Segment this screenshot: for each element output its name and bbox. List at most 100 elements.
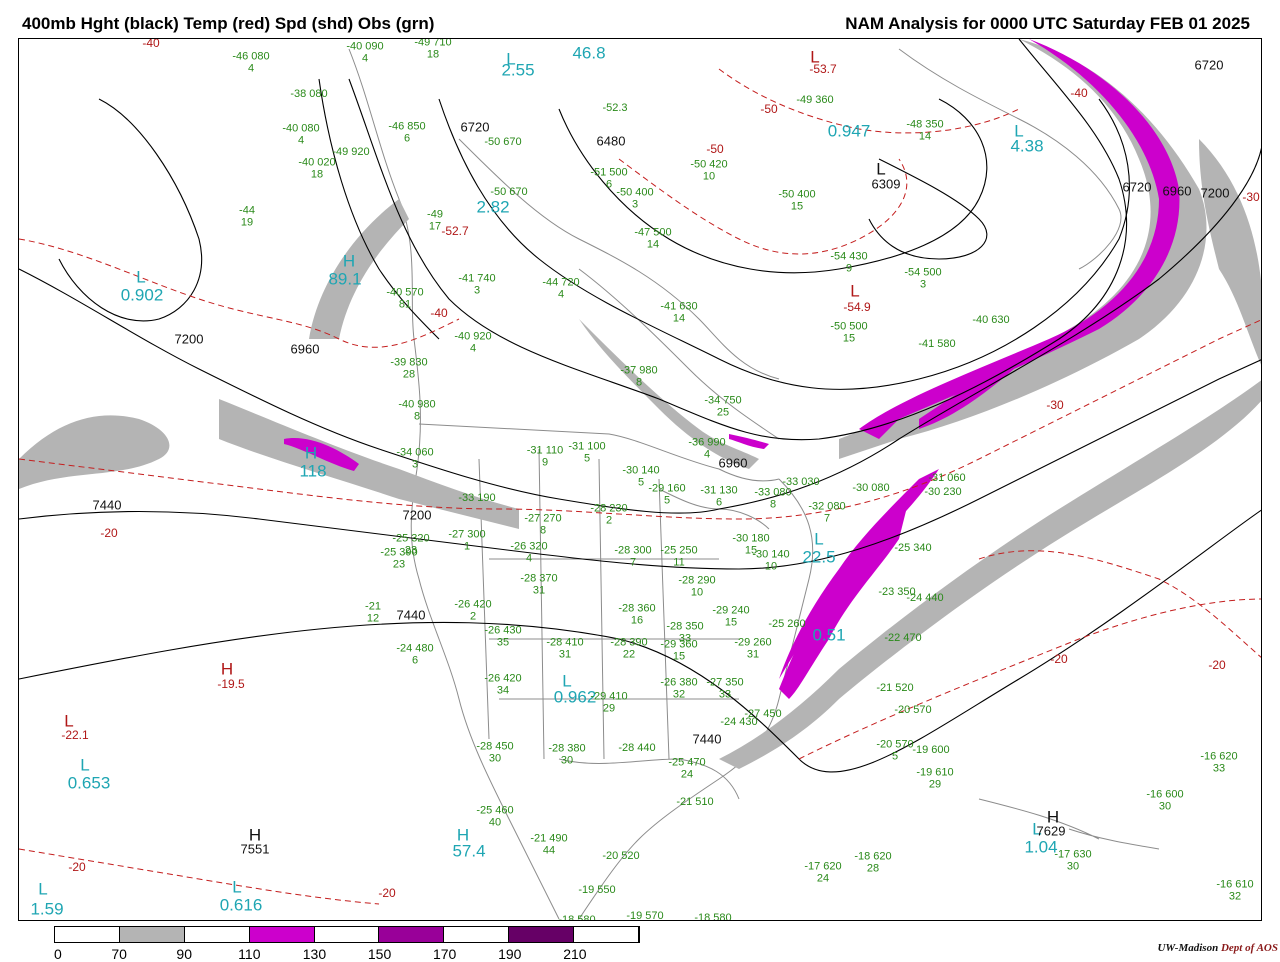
low-center-value: 0.902 (120, 285, 164, 305)
high-center-value: -19.5 (217, 677, 245, 691)
height-contour-label: 6960 (1162, 183, 1192, 199)
station-obs-temp-height: -19 570 (626, 910, 664, 921)
station-obs-temp-height: -41 580 (918, 338, 956, 351)
colorbar-segment (314, 927, 380, 942)
station-obs: -49 360 (796, 95, 833, 107)
low-center-value: 0.947 (827, 121, 871, 141)
station-obs-dewpoint-spread: 6 (715, 496, 723, 508)
station-obs-dewpoint-spread: 6 (411, 654, 419, 666)
station-obs: -50 670 (484, 137, 521, 149)
station-obs-temp-height: -47 500 (634, 226, 672, 239)
station-obs: -16 600 30 (1146, 789, 1183, 812)
station-obs-dewpoint-spread: 30 (1158, 800, 1172, 812)
station-obs-temp-height: -40 980 (398, 398, 436, 411)
station-obs-dewpoint-spread: 4 (703, 448, 711, 460)
station-obs: -16 620 33 (1200, 751, 1237, 774)
station-obs-dewpoint-spread: 15 (842, 332, 856, 344)
station-obs-temp-height: -16 620 (1200, 750, 1238, 763)
station-obs: -30 230 (924, 487, 961, 499)
colorbar-segment (249, 927, 315, 942)
station-obs-temp-height: -17 630 (1054, 848, 1092, 861)
low-center-marker: L (64, 711, 74, 731)
station-obs: -29 160 5 (648, 483, 685, 506)
station-obs: -19 600 (912, 745, 949, 757)
station-obs-dewpoint-spread: 19 (240, 216, 254, 228)
station-obs-temp-height: -25 320 (392, 532, 430, 545)
high-center-value: 7551 (240, 841, 270, 857)
colorbar-segment (379, 927, 445, 942)
station-obs-dewpoint-spread: 30 (488, 752, 502, 764)
station-obs-dewpoint-spread: 4 (469, 342, 477, 354)
station-obs-dewpoint-spread: 4 (361, 52, 369, 64)
caribbean-islands (978, 798, 1160, 850)
station-obs-temp-height: -50 420 (690, 158, 728, 171)
station-obs-temp-height: -25 460 (476, 804, 514, 817)
colorbar-segment (55, 927, 120, 942)
temp-contour-label: -20 (378, 886, 396, 900)
low-center-value: -53.7 (809, 62, 837, 76)
station-obs-temp-height: -36 990 (688, 436, 726, 449)
station-obs: -28 450 30 (476, 741, 513, 764)
station-obs-dewpoint-spread: 4 (557, 288, 565, 300)
analysis-time-title: NAM Analysis for 0000 UTC Saturday FEB 0… (845, 14, 1250, 33)
colorbar-segment (509, 927, 575, 942)
station-obs: -19 550 (578, 885, 615, 897)
station-obs: -33 190 (458, 493, 495, 505)
station-obs-temp-height: -31 110 (526, 444, 564, 457)
station-obs-temp-height: -25 340 (894, 542, 932, 555)
station-obs-dewpoint-spread: 31 (532, 584, 546, 596)
low-center-marker: L (876, 159, 886, 179)
credit-text: UW-Madison Dept of AOS (1157, 942, 1278, 954)
station-obs-dewpoint-spread: 1 (463, 540, 471, 552)
station-obs: -25 460 40 (476, 805, 513, 828)
station-obs: -38 080 (290, 89, 327, 101)
station-obs-temp-height: -28 390 (610, 636, 648, 649)
temp-contour-label: -40 (142, 38, 160, 50)
station-obs: -21 520 (876, 683, 913, 695)
station-obs: -29 360 15 (660, 639, 697, 662)
low-center-value: 4.38 (1010, 136, 1044, 156)
station-obs: -40 090 4 (346, 41, 383, 64)
height-contours (19, 39, 1261, 773)
station-obs-temp-height: -54 500 (904, 266, 942, 279)
station-obs: -26 320 4 (510, 541, 547, 564)
low-center-value: 2.82 (476, 197, 510, 217)
low-center-value: -22.1 (61, 728, 89, 742)
station-obs-temp-height: -33 030 (782, 476, 820, 489)
station-obs: -28 380 30 (548, 743, 585, 766)
station-obs: -18 620 28 (854, 851, 891, 874)
high-center-marker: H (304, 443, 318, 463)
station-obs-dewpoint-spread: 4 (525, 552, 533, 564)
temp-contour-label: -40 (430, 306, 448, 320)
station-obs: -20 570 (894, 705, 931, 717)
station-obs-temp-height: -34 750 (704, 394, 742, 407)
station-obs-temp-height: -21 520 (876, 682, 914, 695)
station-obs-temp-height: -49 360 (796, 94, 834, 107)
geography-layer (348, 48, 1160, 920)
station-obs: -28 230 2 (590, 503, 627, 526)
station-obs: -50 420 10 (690, 159, 727, 182)
station-obs-temp-height: -32 080 (808, 500, 846, 513)
station-obs-temp-height: -25 470 (668, 756, 706, 769)
station-obs: -28 440 (618, 743, 655, 755)
station-obs-temp-height: -21 (365, 600, 381, 613)
station-obs: -46 850 6 (388, 121, 425, 144)
station-obs-temp-height: -46 850 (388, 120, 426, 133)
station-obs-temp-height: -49 (427, 208, 443, 221)
high-center-marker: H (342, 251, 356, 271)
station-obs-dewpoint-spread: 8 (769, 498, 777, 510)
station-obs-temp-height: -28 230 (590, 502, 628, 515)
station-obs-temp-height: -54 430 (830, 250, 868, 263)
station-obs-dewpoint-spread: 17 (428, 220, 442, 232)
temp-contour-label: -20 (1050, 652, 1068, 666)
station-obs-dewpoint-spread: 7 (823, 512, 831, 524)
station-obs: -31 060 (928, 473, 965, 485)
station-obs-temp-height: -46 080 (232, 50, 270, 63)
station-obs-dewpoint-spread: 25 (716, 406, 730, 418)
station-obs-temp-height: -50 670 (490, 186, 528, 199)
station-obs-temp-height: -39 830 (390, 356, 428, 369)
station-obs: -52.3 (602, 103, 627, 115)
height-contour-label: 6960 (290, 341, 320, 357)
station-obs: -33 080 8 (754, 487, 791, 510)
station-obs-temp-height: -25 250 (660, 544, 698, 557)
